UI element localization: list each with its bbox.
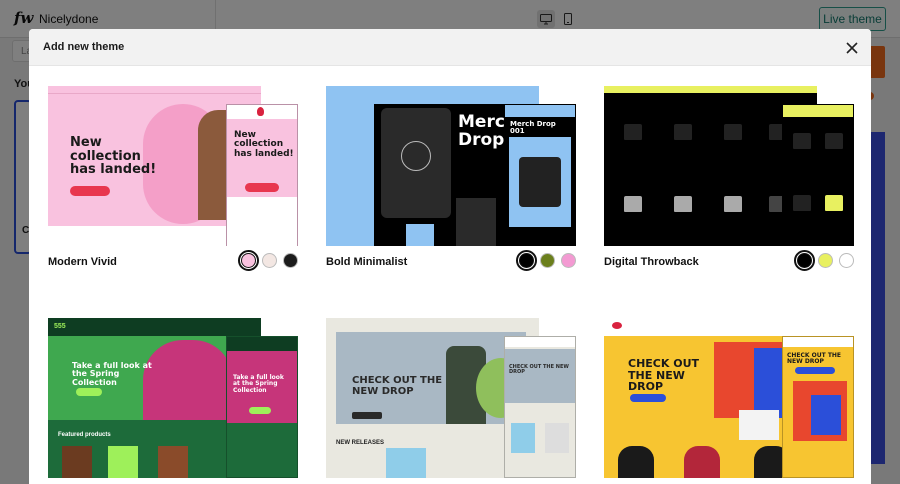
mobile-preview: CHECK OUT THE NEW DROP (504, 336, 576, 478)
mobile-headline: New collection has landed! (234, 130, 294, 159)
theme-headline: CHECK OUT THE NEW DROP (352, 375, 443, 397)
theme-name: Digital Throwback (604, 256, 699, 268)
mobile-preview (782, 104, 854, 246)
color-swatches (516, 250, 576, 271)
close-button[interactable] (843, 39, 861, 57)
theme-preview[interactable]: CHECK OUT THE NEW DROP CHECK OUT THE NEW… (604, 318, 854, 478)
theme-preview[interactable]: New collection has landed! New collectio… (48, 86, 298, 246)
swatch-black[interactable] (516, 250, 537, 271)
mobile-preview: Take a full look at the Spring Collectio… (226, 336, 298, 478)
theme-preview[interactable]: 555 Take a full look at the Spring Colle… (48, 318, 298, 478)
swatch-cream[interactable] (262, 253, 277, 268)
mobile-preview: Merch Drop 001 (504, 104, 576, 246)
swatch-white[interactable] (839, 253, 854, 268)
theme-name: Modern Vivid (48, 256, 117, 268)
theme-headline: CHECK OUT THE NEW DROP (628, 357, 700, 394)
close-icon (846, 42, 858, 54)
swatch-olive[interactable] (540, 253, 555, 268)
section-heading: Featured products (58, 432, 111, 438)
modal-title: Add new theme (43, 41, 125, 53)
mobile-preview: CHECK OUT THE NEW DROP (782, 336, 854, 478)
theme-preview[interactable]: Merch Drop Merch Drop 001 (326, 86, 576, 246)
swatch-pink[interactable] (561, 253, 576, 268)
mobile-headline: CHECK OUT THE NEW DROP (509, 364, 569, 376)
theme-headline: New collection has landed! (70, 135, 157, 178)
swatch-yellow[interactable] (818, 253, 833, 268)
modal-header: Add new theme (29, 29, 871, 66)
color-swatches (794, 250, 854, 271)
section-heading: NEW RELEASES (336, 440, 385, 446)
brand-badge: 555 (54, 323, 66, 330)
swatch-black[interactable] (794, 250, 815, 271)
swatch-pink[interactable] (238, 250, 259, 271)
swatch-black[interactable] (283, 253, 298, 268)
theme-preview[interactable] (604, 86, 854, 246)
theme-name: Bold Minimalist (326, 256, 408, 268)
mobile-headline: Take a full look at the Spring Collectio… (233, 374, 284, 394)
theme-grid: New collection has landed! New collectio… (29, 66, 871, 484)
mobile-preview: New collection has landed! (226, 104, 298, 246)
add-theme-modal: Add new theme New collection has landed! (29, 29, 871, 484)
theme-preview[interactable]: CHECK OUT THE NEW DROP NEW RELEASES CHEC… (326, 318, 576, 478)
mobile-headline: Merch Drop 001 (510, 120, 556, 136)
mobile-headline: CHECK OUT THE NEW DROP (787, 352, 842, 366)
color-swatches (238, 250, 298, 271)
theme-headline: Take a full look at the Spring Collectio… (72, 361, 152, 387)
